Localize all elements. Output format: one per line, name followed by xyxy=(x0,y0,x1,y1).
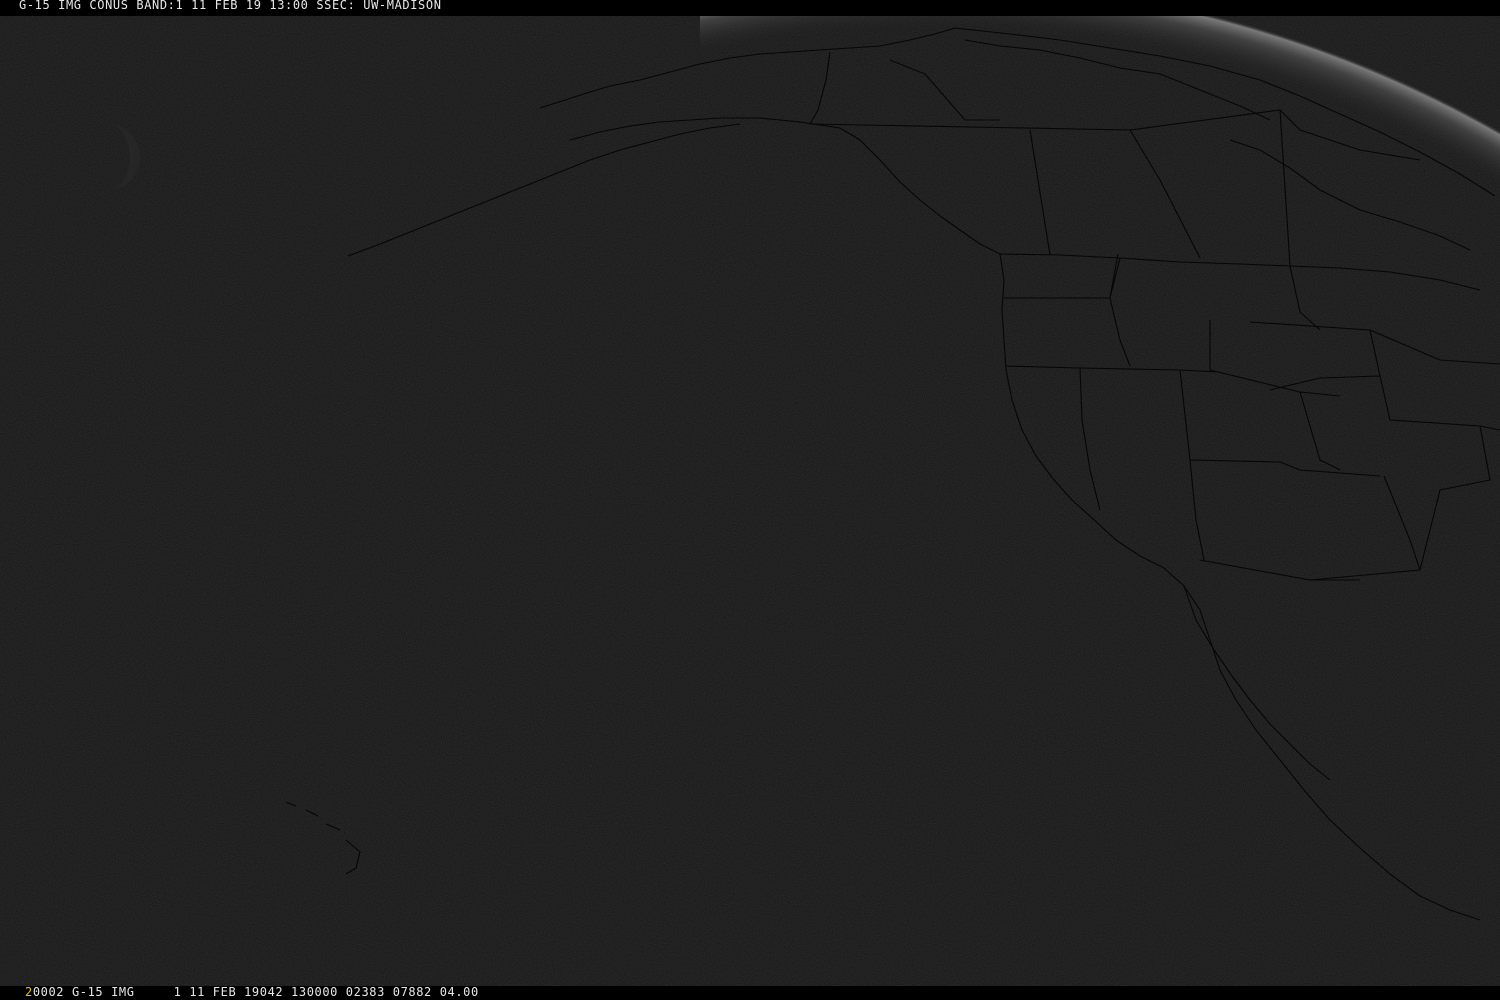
image-header-label: G-15 IMG CONUS BAND:1 11 FEB 19 13:00 SS… xyxy=(19,0,442,12)
image-metadata-text: 0002 G-15 IMG 1 11 FEB 19042 130000 0238… xyxy=(32,985,479,999)
image-metadata-label: 20002 G-15 IMG 1 11 FEB 19042 130000 023… xyxy=(25,985,479,999)
footer-bar: 20002 G-15 IMG 1 11 FEB 19042 130000 023… xyxy=(0,985,1500,1000)
satellite-image-frame: G-15 IMG CONUS BAND:1 11 FEB 19 13:00 SS… xyxy=(0,0,1500,1000)
frame-number: 2 xyxy=(25,985,33,999)
header-bar: G-15 IMG CONUS BAND:1 11 FEB 19 13:00 SS… xyxy=(0,0,1500,16)
satellite-imagery xyxy=(0,16,1500,986)
